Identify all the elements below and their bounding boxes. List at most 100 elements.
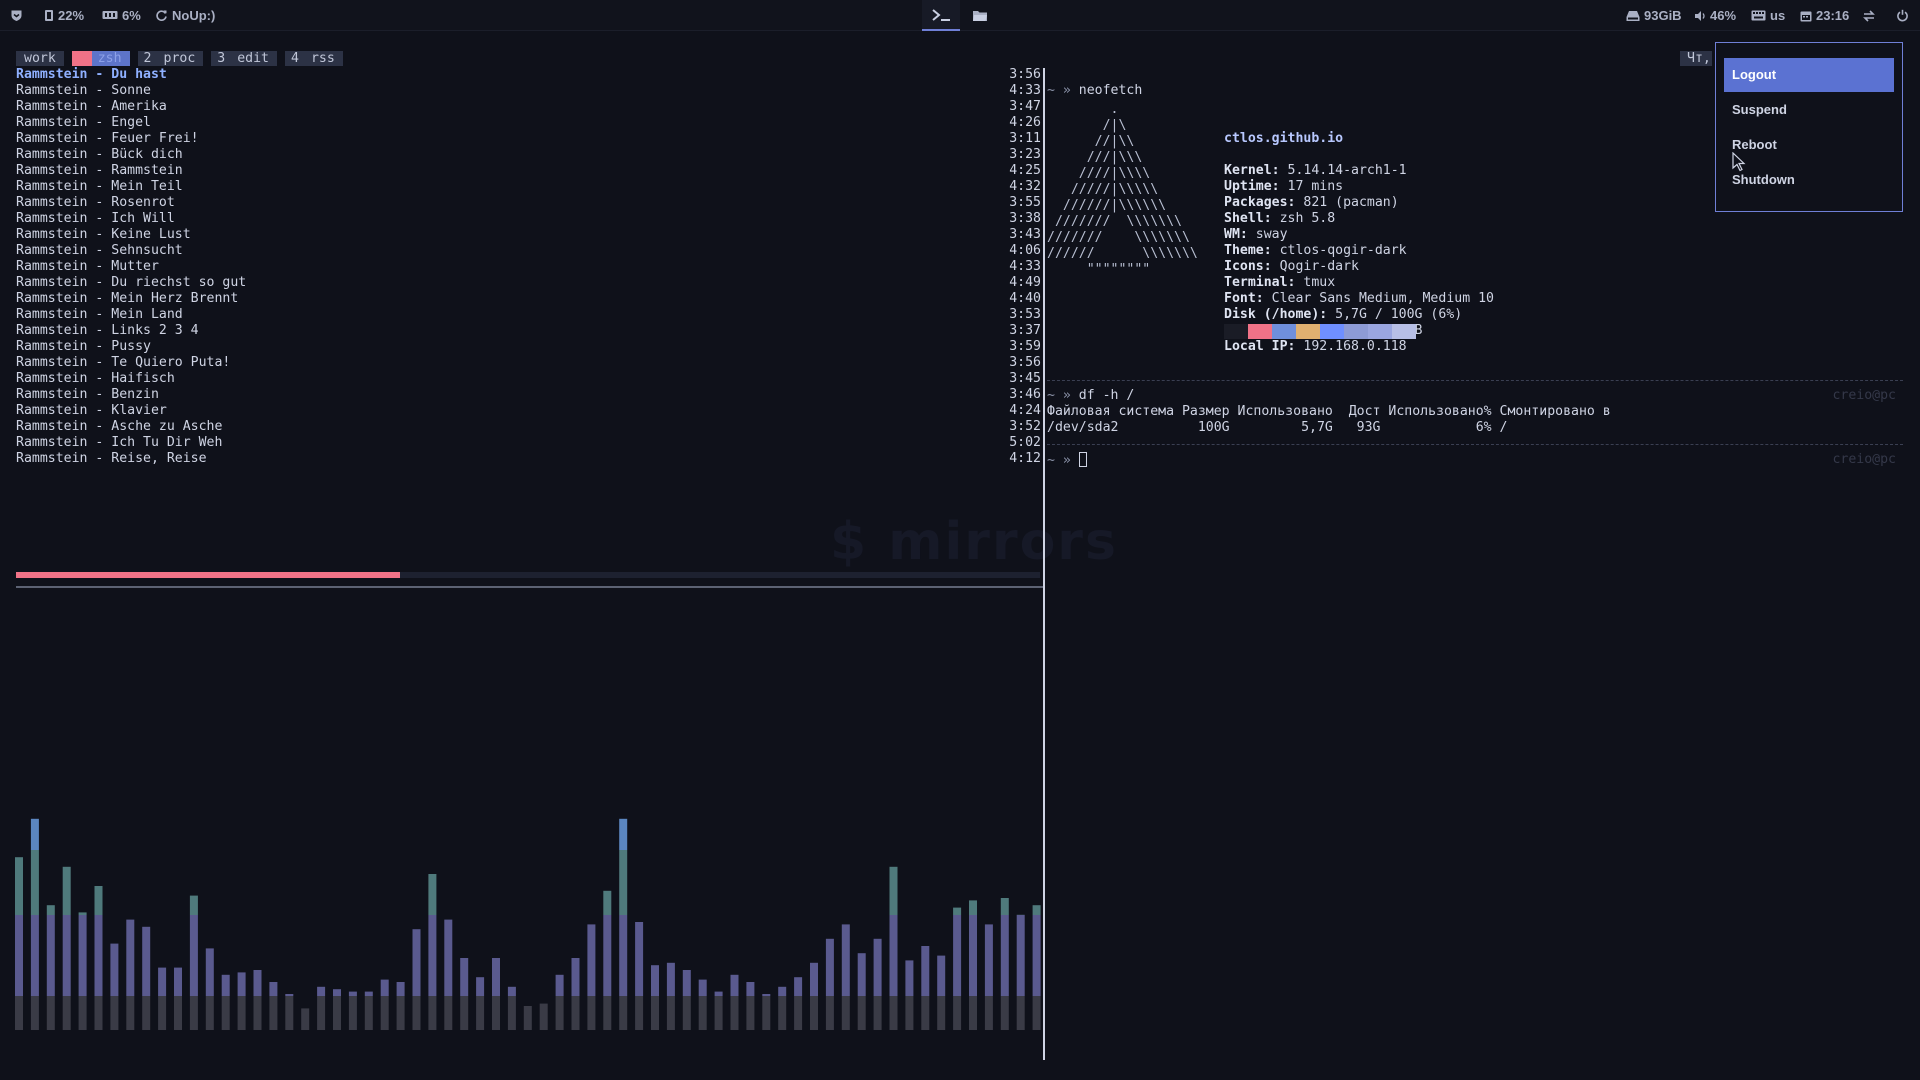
keyboard-layout: us xyxy=(1770,8,1786,23)
info-key: Kernel: xyxy=(1224,163,1280,178)
info-value: Clear Sans Medium, Medium 10 xyxy=(1263,291,1494,306)
terminal-button[interactable] xyxy=(922,0,960,31)
visualizer-bar xyxy=(142,926,151,1030)
visualizer-bar xyxy=(476,977,485,1030)
visualizer-bar xyxy=(953,907,962,1030)
playlist-item[interactable]: Rammstein - Feuer Frei! xyxy=(16,131,246,147)
info-value: tmux xyxy=(1295,275,1336,290)
clock-indicator[interactable]: 23:16 xyxy=(1800,0,1849,31)
track-duration: 3:59 xyxy=(1009,339,1041,354)
power-menu: Logout Suspend Reboot Shutdown xyxy=(1715,42,1903,212)
visualizer-bar xyxy=(603,890,612,1030)
logout-button[interactable]: Logout xyxy=(1724,58,1894,92)
playlist-item[interactable]: Rammstein - Links 2 3 4 xyxy=(16,323,246,339)
playlist-item[interactable]: Rammstein - Rammstein xyxy=(16,163,246,179)
ram-usage: 6% xyxy=(122,8,141,23)
playlist-item[interactable]: Rammstein - Mein Herz Brennt xyxy=(16,291,246,307)
power-button[interactable] xyxy=(1896,0,1909,31)
playlist-item[interactable]: Rammstein - Sehnsucht xyxy=(16,243,246,259)
info-key: Terminal: xyxy=(1224,275,1296,290)
info-key: Font: xyxy=(1224,291,1264,306)
playlist-item[interactable]: Rammstein - Te Quiero Puta! xyxy=(16,355,246,371)
playlist-item[interactable]: Rammstein - Mein Land xyxy=(16,307,246,323)
visualizer-bar xyxy=(396,982,405,1030)
ram-indicator[interactable]: 6% xyxy=(102,0,141,31)
prompt-symbol: ~ » xyxy=(1047,83,1079,98)
df-row: /dev/sda2 100G 5,7G 93G 6% / xyxy=(1047,420,1508,435)
playlist-item[interactable]: Rammstein - Klavier xyxy=(16,403,246,419)
volume-indicator[interactable]: 46% xyxy=(1694,0,1736,31)
file-manager-button[interactable] xyxy=(961,0,999,31)
neofetch-info-line: WM: sway xyxy=(1224,227,1494,243)
track-duration: 3:46 xyxy=(1009,387,1041,402)
tab-proc[interactable]: 2 proc xyxy=(137,51,204,66)
visualizer-bar xyxy=(651,965,659,1030)
color-swatch xyxy=(1272,324,1296,339)
neofetch-info-line: Terminal: tmux xyxy=(1224,275,1494,291)
playlist-item[interactable]: Rammstein - Keine Lust xyxy=(16,227,246,243)
playlist-item[interactable]: Rammstein - Rosenrot xyxy=(16,195,246,211)
info-value: sway xyxy=(1247,227,1288,242)
track-duration: 4:06 xyxy=(1009,243,1041,258)
pane-divider-horizontal[interactable] xyxy=(16,586,1043,588)
prompt-symbol: ~ » xyxy=(1047,388,1079,403)
visualizer-bar xyxy=(778,986,787,1030)
playlist-item[interactable]: Rammstein - Pussy xyxy=(16,339,246,355)
color-swatch xyxy=(1296,324,1320,339)
playlist-item[interactable]: Rammstein - Sonne xyxy=(16,83,246,99)
network-indicator[interactable] xyxy=(1862,0,1876,31)
visualizer-bar xyxy=(428,874,437,1030)
cpu-indicator[interactable]: 22% xyxy=(44,0,84,31)
track-duration: 3:11 xyxy=(1009,131,1041,146)
playlist: Rammstein - Du hast Rammstein - Sonne Ramm… xyxy=(16,67,246,467)
playlist-item[interactable]: Rammstein - Ich Will xyxy=(16,211,246,227)
visualizer-bar xyxy=(444,919,453,1030)
shutdown-button[interactable]: Shutdown xyxy=(1724,163,1894,197)
launcher-button[interactable] xyxy=(10,0,23,31)
visualizer-bar xyxy=(730,974,739,1030)
playlist-item[interactable]: Rammstein - Asche zu Asche xyxy=(16,419,246,435)
playlist-item[interactable]: Rammstein - Haifisch xyxy=(16,371,246,387)
suspend-button[interactable]: Suspend xyxy=(1724,93,1894,127)
playlist-item[interactable]: Rammstein - Bück dich xyxy=(16,147,246,163)
prompt-separator xyxy=(1047,380,1903,381)
visualizer-bar xyxy=(237,972,246,1030)
tab-zsh[interactable]: 1 zsh xyxy=(71,51,130,66)
info-value: zsh 5.8 xyxy=(1271,211,1336,226)
visualizer-bar xyxy=(348,991,357,1030)
info-key: Packages: xyxy=(1224,195,1296,210)
visualizer-bar xyxy=(905,960,914,1030)
keyboard-layout-indicator[interactable]: us xyxy=(1751,0,1785,31)
playlist-item[interactable]: Rammstein - Du riechst so gut xyxy=(16,275,246,291)
playlist-item[interactable]: Rammstein - Amerika xyxy=(16,99,246,115)
command-df: df -h / xyxy=(1078,388,1135,403)
tab-label: work xyxy=(16,51,64,66)
track-duration: 4:24 xyxy=(1009,403,1041,418)
neofetch-host: ctlos.github.io xyxy=(1224,131,1344,146)
track-duration: 3:47 xyxy=(1009,99,1041,114)
visualizer-bar xyxy=(412,929,421,1030)
reboot-button[interactable]: Reboot xyxy=(1724,128,1894,162)
prompt-line-active[interactable]: ~ » xyxy=(1047,452,1087,469)
tab-rss[interactable]: 4 rss xyxy=(284,51,343,66)
track-duration: 3:45 xyxy=(1009,371,1041,386)
visualizer-bar xyxy=(205,948,214,1030)
disk-indicator[interactable]: 93GiB xyxy=(1626,0,1682,31)
playlist-item[interactable]: Rammstein - Reise, Reise xyxy=(16,451,246,467)
playlist-item[interactable]: Rammstein - Engel xyxy=(16,115,246,131)
playlist-item[interactable]: Rammstein - Benzin xyxy=(16,387,246,403)
playlist-item-current[interactable]: Rammstein - Du hast xyxy=(16,67,246,83)
tab-number: 3 xyxy=(211,51,232,66)
tab-edit[interactable]: 3 edit xyxy=(211,51,277,66)
tab-session-work[interactable]: work xyxy=(16,51,64,66)
playlist-item[interactable]: Rammstein - Ich Tu Dir Weh xyxy=(16,435,246,451)
visualizer-bar xyxy=(714,991,723,1030)
visualizer-bar xyxy=(841,924,850,1030)
track-duration: 5:02 xyxy=(1009,435,1041,450)
playlist-item[interactable]: Rammstein - Mutter xyxy=(16,259,246,275)
cpu-icon xyxy=(45,10,53,21)
updates-indicator[interactable]: NoUp:) xyxy=(155,0,215,31)
command-neofetch: neofetch xyxy=(1078,83,1143,98)
playback-progress-bar[interactable] xyxy=(16,572,1040,578)
playlist-item[interactable]: Rammstein - Mein Teil xyxy=(16,179,246,195)
